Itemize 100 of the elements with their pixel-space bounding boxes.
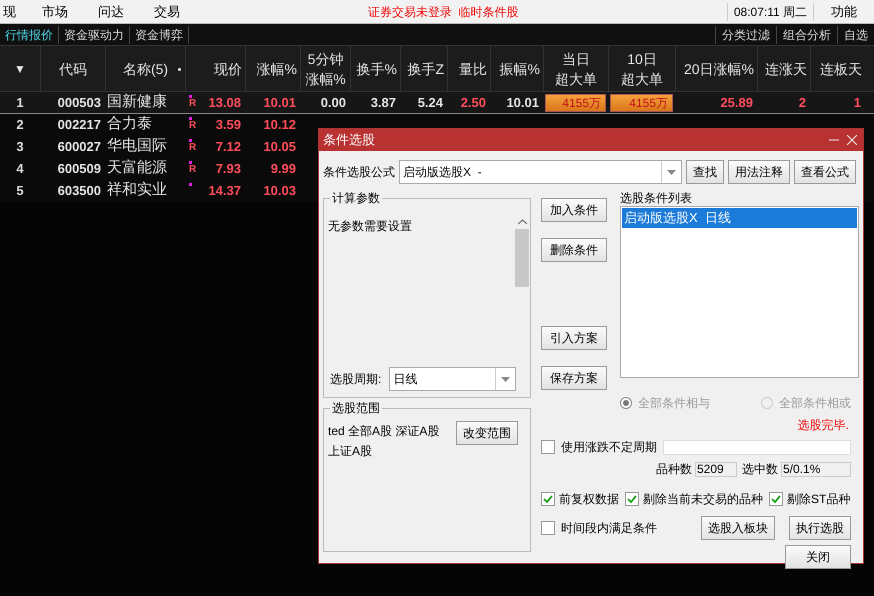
column-header[interactable]: 换手Z xyxy=(400,46,447,91)
sort-button[interactable]: ▼ xyxy=(0,46,40,91)
column-header[interactable]: 20日涨幅% xyxy=(675,46,757,91)
dialog-button[interactable]: 保存方案 xyxy=(541,366,607,390)
period-dropdown[interactable]: 日线 xyxy=(389,367,516,391)
dialog-button[interactable]: 选股入板块 xyxy=(701,516,775,540)
dialog-button[interactable]: 查找 xyxy=(686,160,724,184)
dialog-button[interactable]: 执行选股 xyxy=(789,516,851,540)
header-label: 名称(5) xyxy=(122,60,168,78)
tab[interactable]: 资金博弈 xyxy=(130,26,189,44)
table-cell-text: 7.93 xyxy=(214,160,242,178)
column-header[interactable]: 当日 超大单 xyxy=(543,46,608,91)
dialog-button[interactable]: 改变范围 xyxy=(456,421,518,445)
menu-item[interactable]: 交易 xyxy=(142,2,198,22)
row-number: 4 xyxy=(15,160,25,178)
header-label: 换手% xyxy=(356,60,397,78)
menu-item[interactable]: 市场 xyxy=(30,2,86,22)
tab[interactable]: 自选 xyxy=(837,26,874,44)
table-cell-text: 13.08 xyxy=(207,94,242,112)
column-header[interactable]: 5分钟 涨幅% xyxy=(300,46,350,91)
field-label: 选股周期: xyxy=(330,371,382,388)
header-label: 10日 xyxy=(627,50,657,68)
column-header[interactable]: 连板天 xyxy=(810,46,865,91)
list-title: 选股条件列表 xyxy=(620,190,693,206)
table-cell-text: 7.12 xyxy=(214,138,242,156)
dialog-button[interactable]: 引入方案 xyxy=(541,326,607,350)
header-label: 量比 xyxy=(459,60,487,78)
table-cell-text: 10.12 xyxy=(263,116,296,134)
column-header[interactable]: 换手% xyxy=(350,46,400,91)
checkbox-label: 剔除ST品种 xyxy=(787,491,850,508)
header-label: 20日涨幅% xyxy=(684,60,754,78)
column-header[interactable]: 涨幅% xyxy=(245,46,300,91)
table-cell-text: 10.01 xyxy=(263,94,296,112)
margin-label: R xyxy=(189,164,196,174)
dialog-button[interactable]: 关闭 xyxy=(785,545,851,569)
header-label: 换手Z xyxy=(407,60,444,78)
row-number: 1 xyxy=(15,94,25,112)
table-cell-text: 000503 xyxy=(58,94,101,112)
table-cell-text: 10.01 xyxy=(506,94,539,112)
tab[interactable]: 组合分析 xyxy=(776,26,837,44)
table-cell-text: 华电国际 xyxy=(107,136,167,156)
column-header[interactable]: 现价 xyxy=(185,46,245,91)
checkbox-label: 时间段内满足条件 xyxy=(561,520,657,537)
table-cell-text: 002217 xyxy=(58,116,101,134)
column-header[interactable]: 10日 超大单 xyxy=(608,46,675,91)
table-cell-text: 10.05 xyxy=(263,138,296,156)
table-cell-text: 5.24 xyxy=(418,94,443,112)
radio-label: 全部条件相或 xyxy=(779,395,851,412)
dialog-button[interactable]: 用法注释 xyxy=(728,160,790,184)
login-notice: 证券交易未登录 临时条件股 xyxy=(368,4,519,20)
column-header[interactable]: 名称(5) xyxy=(105,46,185,91)
dialog-button[interactable]: 删除条件 xyxy=(541,238,607,262)
table-cell-text: 10.03 xyxy=(263,182,296,200)
table-cell-text: 25.89 xyxy=(720,94,753,112)
checkbox-label: 使用涨跌不定周期 xyxy=(561,439,657,456)
header-label: 现价 xyxy=(214,60,242,78)
clock: 08:07:11 周二 xyxy=(726,2,814,20)
column-header[interactable]: 代码 xyxy=(40,46,105,91)
table-cell-text: 国新健康 xyxy=(107,92,167,112)
column-header[interactable]: 连涨天 xyxy=(757,46,810,91)
table-cell-text: 3.59 xyxy=(214,116,242,134)
row-number: 5 xyxy=(15,182,25,200)
table-cell-text: 2 xyxy=(798,94,806,112)
column-header[interactable]: 振幅% xyxy=(490,46,543,91)
dialog-button[interactable]: 加入条件 xyxy=(541,198,607,222)
row-number: 2 xyxy=(15,116,25,134)
table-cell-text: 4155万 xyxy=(629,94,668,112)
table-cell-text: 14.37 xyxy=(207,182,242,200)
tab[interactable]: 分类过滤 xyxy=(715,26,776,44)
header-label: 超大单 xyxy=(621,70,663,88)
column-header[interactable]: 量比 xyxy=(447,46,490,91)
header-label: 涨幅% xyxy=(305,70,346,88)
tab[interactable]: 行情报价 xyxy=(0,26,59,44)
menu-item[interactable]: 现 xyxy=(0,2,30,22)
status-text: 选股完毕. xyxy=(798,417,849,434)
table-cell-text: 600027 xyxy=(58,138,101,156)
condition-item[interactable]: 启动版选股X 日线 xyxy=(622,208,857,228)
group-title: 选股范围 xyxy=(330,400,382,416)
checkbox-label: 剔除当前未交易的品种 xyxy=(643,491,763,508)
table-cell-text: 合力泰 xyxy=(107,114,152,134)
tab[interactable]: 资金驱动力 xyxy=(59,26,130,44)
dialog-button[interactable]: 查看公式 xyxy=(794,160,856,184)
header-label: 涨幅% xyxy=(256,60,297,78)
table-cell-text: 0.00 xyxy=(320,94,346,112)
header-label: 连板天 xyxy=(820,60,862,78)
table-cell-text: 603500 xyxy=(58,182,101,200)
function-menu[interactable]: 功能 xyxy=(814,2,874,22)
formula-dropdown[interactable]: 启动版选股X - xyxy=(399,160,682,184)
table-cell-text: 天富能源 xyxy=(107,158,167,178)
count-field: 5209 xyxy=(695,462,737,476)
header-label: 5分钟 xyxy=(308,50,344,68)
header-label: 振幅% xyxy=(500,60,540,78)
margin-label: R xyxy=(189,142,196,152)
field-label: 品种数 xyxy=(656,461,692,478)
menu-item[interactable]: 问达 xyxy=(86,2,142,22)
table-cell-text: 2.50 xyxy=(460,94,486,112)
row-number: 3 xyxy=(15,138,25,156)
table-cell-text: 4155万 xyxy=(562,94,601,112)
table-row[interactable]: 1 000503 国新健康 R 13.08 10.01 0.00 3.87 5.24 2.50 10.01 4155万 4155万 25.89 2 1 xyxy=(0,92,874,114)
count-field: 5/0.1% xyxy=(781,462,851,476)
